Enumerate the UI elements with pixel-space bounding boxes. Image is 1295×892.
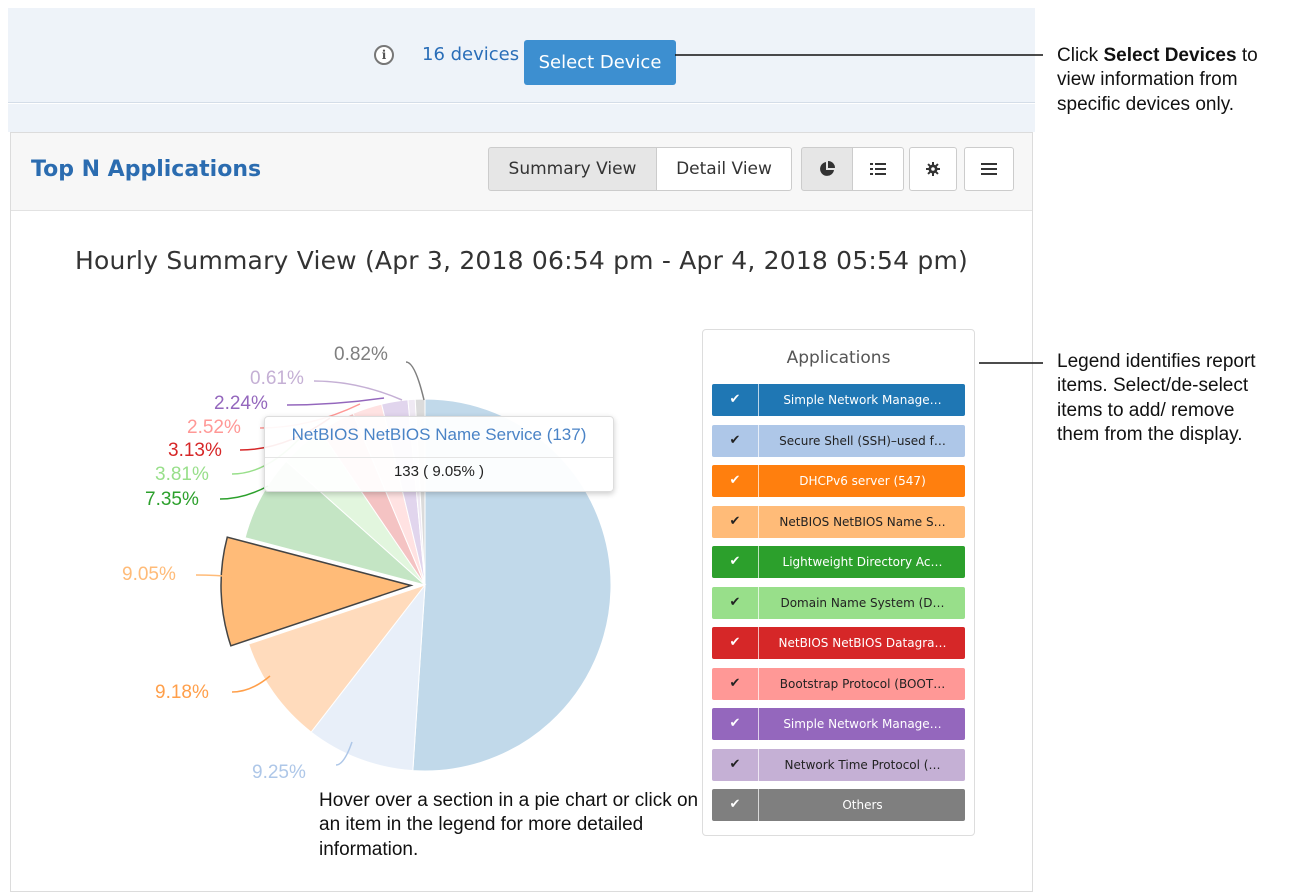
pie-data-label: 2.52%	[187, 417, 241, 438]
annotation-select-pre: Click	[1057, 45, 1104, 66]
annotation-legend: Legend identifies report items. Select/d…	[1057, 351, 1256, 445]
annotation-select-bold: Select Devices	[1103, 45, 1237, 66]
pie-leader-line	[405, 361, 425, 401]
chart-tooltip: NetBIOS NetBIOS Name Service (137) 133 (…	[264, 416, 614, 492]
pie-data-label: 9.05%	[122, 564, 176, 585]
annotation-select-devices: Click Select Devices to view information…	[1057, 44, 1289, 117]
pie-data-label: 9.18%	[155, 682, 209, 703]
tooltip-value: 133 ( 9.05% )	[393, 463, 485, 480]
pie-data-label: 9.25%	[252, 762, 306, 783]
pie-leader-line	[313, 380, 403, 401]
pie-data-label: 7.35%	[145, 489, 199, 510]
annotation-hover: Hover over a section in a pie chart or c…	[319, 790, 699, 860]
pie-data-label: 0.82%	[334, 344, 388, 365]
pie-data-label: 0.61%	[250, 368, 304, 389]
pie-data-label: 3.81%	[155, 464, 209, 485]
pie-leader-line	[286, 397, 385, 406]
pie-data-label: 2.24%	[214, 393, 268, 414]
pie-data-label: 3.13%	[168, 440, 222, 461]
tooltip-title: NetBIOS NetBIOS Name Service (137)	[265, 425, 613, 458]
